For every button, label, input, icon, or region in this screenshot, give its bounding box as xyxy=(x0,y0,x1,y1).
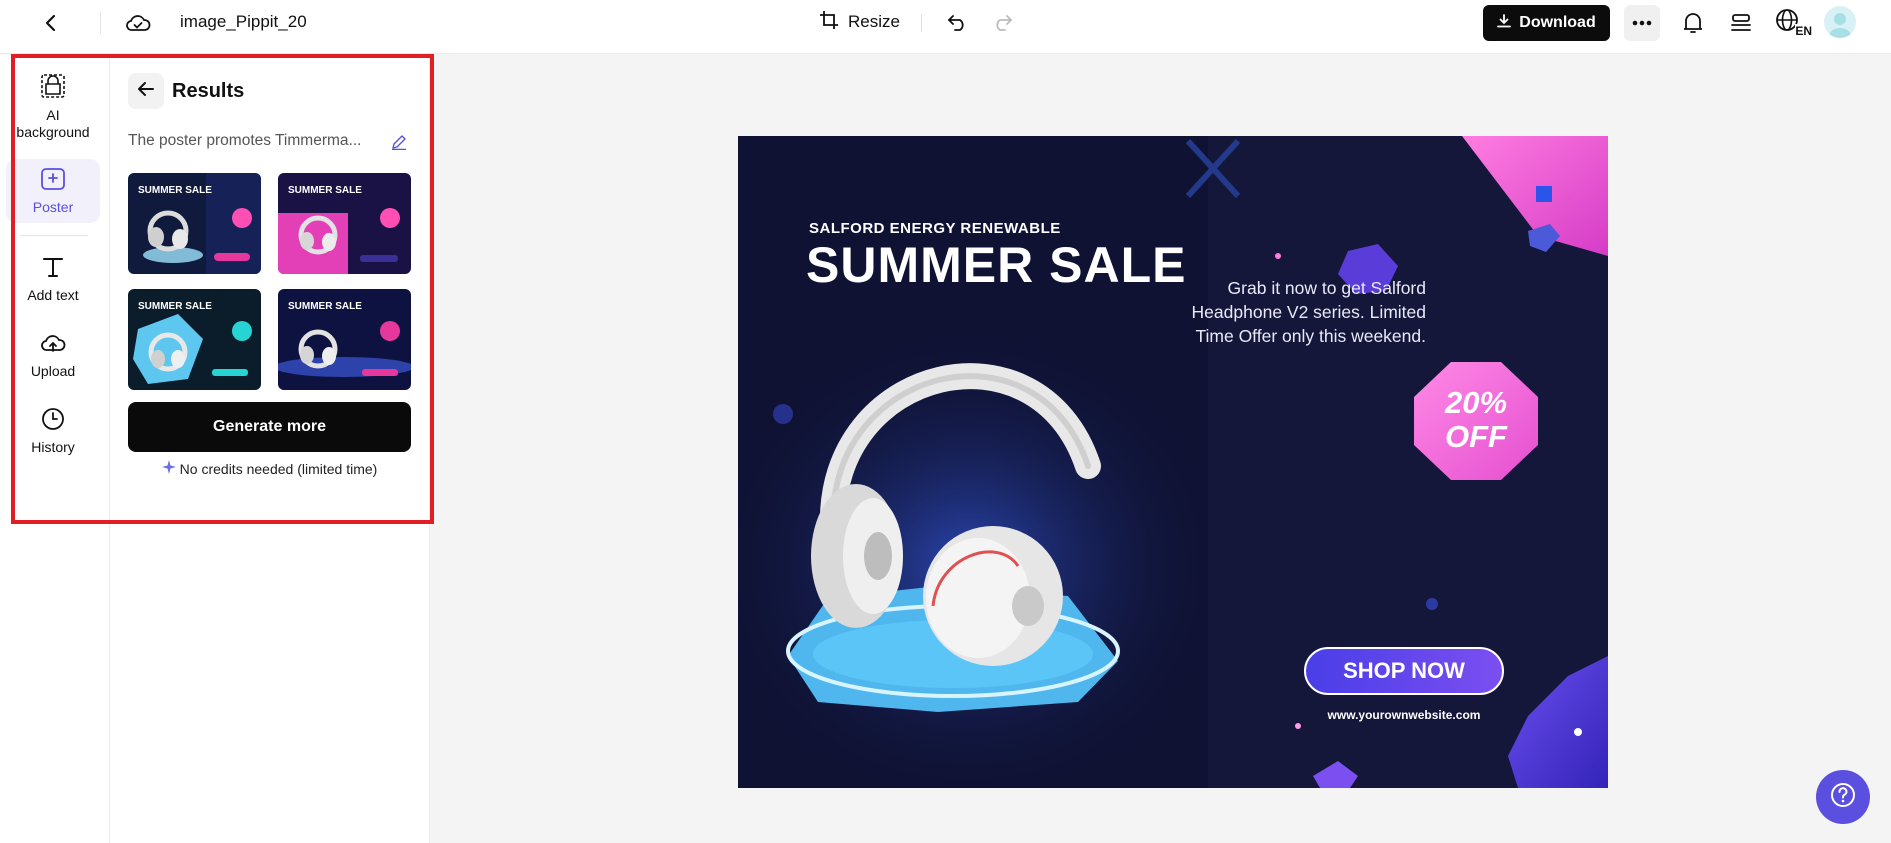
document-title[interactable]: image_Pippit_20 xyxy=(180,12,307,32)
thumb-title: SUMMER SALE xyxy=(138,185,212,196)
resize-icon xyxy=(818,9,840,36)
undo-icon[interactable] xyxy=(944,9,972,35)
download-button[interactable]: Download xyxy=(1483,5,1610,41)
ai-background-icon xyxy=(40,73,66,103)
panel-title: Results xyxy=(172,80,245,102)
result-thumbnail-4[interactable]: SUMMER SALE xyxy=(278,289,411,390)
poster-subtitle[interactable]: SALFORD ENERGY RENEWABLE xyxy=(809,220,1061,237)
arrow-left-icon xyxy=(137,81,155,102)
poster-description[interactable]: Grab it now to get Salford Headphone V2 … xyxy=(1170,276,1426,348)
question-mark-icon xyxy=(1829,781,1857,814)
avatar[interactable] xyxy=(1824,6,1856,38)
rail-item-label: AI background xyxy=(16,107,90,140)
rail-item-ai-background[interactable]: AI background xyxy=(6,73,100,141)
poster-icon xyxy=(40,167,66,195)
rail-item-label: History xyxy=(31,439,75,455)
badge-line-1: 20% xyxy=(1444,385,1508,420)
prompt-text: The poster promotes Timmerma... xyxy=(128,132,362,149)
more-options-icon[interactable] xyxy=(1624,5,1660,41)
cloud-save-icon[interactable] xyxy=(124,10,152,36)
download-icon xyxy=(1497,13,1512,33)
discount-badge-text: 20% OFF xyxy=(1414,386,1538,454)
thumb-title: SUMMER SALE xyxy=(288,301,362,312)
divider xyxy=(100,12,101,34)
thumb-title: SUMMER SALE xyxy=(288,185,362,196)
rail-item-history[interactable]: History xyxy=(6,407,100,456)
generate-more-button[interactable]: Generate more xyxy=(128,402,411,452)
credits-note: No credits needed (limited time) xyxy=(128,460,411,477)
result-thumbnail-2[interactable]: SUMMER SALE xyxy=(278,173,411,274)
top-bar: image_Pippit_20 Resize Download EN xyxy=(0,0,1891,54)
notification-bell-icon[interactable] xyxy=(1678,8,1708,38)
help-button[interactable] xyxy=(1816,770,1870,824)
redo-icon[interactable] xyxy=(988,9,1016,35)
divider xyxy=(921,14,922,32)
poster-title[interactable]: SUMMER SALE xyxy=(806,236,1186,294)
rail-item-label: Poster xyxy=(32,198,74,215)
text-icon xyxy=(41,255,65,283)
resize-button[interactable]: Resize xyxy=(818,8,900,36)
rail-divider xyxy=(20,235,88,236)
result-thumbnail-1[interactable]: SUMMER SALE xyxy=(128,173,261,274)
rail-item-add-text[interactable]: Add text xyxy=(6,255,100,304)
language-label: EN xyxy=(1795,24,1812,38)
download-label: Download xyxy=(1519,14,1596,31)
result-thumbnail-3[interactable]: SUMMER SALE xyxy=(128,289,261,390)
panel-back-button[interactable] xyxy=(128,73,164,109)
credits-text: No credits needed (limited time) xyxy=(179,460,378,477)
tool-rail: AI background Poster Add text Upload His… xyxy=(0,55,110,843)
resize-label: Resize xyxy=(848,12,900,31)
rail-item-poster[interactable]: Poster xyxy=(6,159,100,223)
poster-url[interactable]: www.yourownwebsite.com xyxy=(1304,708,1504,722)
upload-icon xyxy=(39,331,67,359)
rail-item-label: Upload xyxy=(30,363,76,379)
poster-canvas[interactable]: SALFORD ENERGY RENEWABLE SUMMER SALE Gra… xyxy=(738,136,1608,788)
results-panel: Results The poster promotes Timmerma... … xyxy=(110,55,430,843)
layers-icon[interactable] xyxy=(1726,8,1756,38)
rail-item-label: Add text xyxy=(27,287,79,303)
back-icon[interactable] xyxy=(38,10,64,36)
badge-line-2: OFF xyxy=(1445,419,1507,454)
history-icon xyxy=(41,407,65,435)
language-globe-icon[interactable]: EN xyxy=(1774,6,1812,40)
rail-item-upload[interactable]: Upload xyxy=(6,331,100,380)
sparkle-icon xyxy=(161,460,176,477)
edit-pencil-icon[interactable] xyxy=(388,131,410,153)
thumb-title: SUMMER SALE xyxy=(138,301,212,312)
shop-now-button[interactable]: SHOP NOW xyxy=(1304,647,1504,695)
